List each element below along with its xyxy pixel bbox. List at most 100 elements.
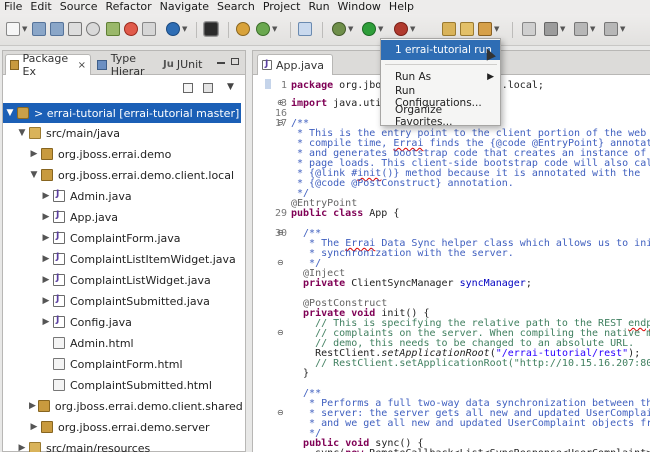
expand-icon[interactable]: ▶: [29, 149, 39, 159]
menu-window[interactable]: Window: [334, 0, 385, 14]
fold-expanded-icon[interactable]: ⊖: [277, 328, 284, 337]
expand-icon[interactable]: ▼: [29, 170, 39, 180]
tree-item-html-file[interactable]: ComplaintForm.html: [3, 354, 241, 374]
tree-item-java-file[interactable]: ▶ ComplaintListWidget.java: [3, 270, 241, 290]
browser-icon[interactable]: [142, 22, 156, 36]
fold-expanded-icon[interactable]: ⊖: [277, 258, 284, 267]
expand-icon[interactable]: ▶: [41, 212, 51, 222]
bug-icon[interactable]: [332, 22, 346, 36]
tree-item-html-file[interactable]: Admin.html: [3, 333, 241, 353]
expand-icon[interactable]: ▶: [41, 254, 51, 264]
tree-item-label: App.java: [70, 210, 119, 224]
forward-dropdown-icon[interactable]: ▼: [620, 25, 625, 33]
back-dropdown-icon[interactable]: ▼: [590, 25, 595, 33]
tree-item-label: ComplaintListWidget.java: [70, 273, 211, 287]
open-folder-icon[interactable]: [460, 22, 474, 36]
external-dropdown-icon[interactable]: ▼: [410, 25, 415, 33]
tree-item-package[interactable]: ▶ org.jboss.errai.demo.client.shared: [3, 396, 243, 416]
menu-item-label: Run As: [395, 71, 432, 83]
tree-item-label: ComplaintForm.html: [70, 357, 183, 371]
tree-item-package[interactable]: ▶ org.jboss.errai.demo.server: [3, 417, 241, 437]
html-file-icon: [53, 358, 65, 370]
menu-run[interactable]: Run: [304, 0, 333, 14]
collapse-all-icon[interactable]: [183, 83, 193, 93]
tree-item-label: org.jboss.errai.demo: [58, 147, 172, 161]
save-icon[interactable]: [32, 22, 46, 36]
target-icon[interactable]: [124, 22, 138, 36]
menu-item-run-as[interactable]: Run As ▶: [381, 67, 500, 87]
refresh-dropdown-icon[interactable]: ▼: [272, 25, 277, 33]
new-icon[interactable]: [6, 22, 20, 36]
tree-item-label: Admin.java: [70, 189, 132, 203]
expand-icon[interactable]: ▶: [17, 443, 27, 452]
tree-item-project[interactable]: ▼ > errai-tutorial [errai-tutorial maste…: [3, 103, 241, 123]
tools-dropdown-icon[interactable]: ▼: [494, 25, 499, 33]
back-icon[interactable]: [574, 22, 588, 36]
tree-item-package[interactable]: ▼ org.jboss.errai.demo.client.local: [3, 165, 241, 185]
debug-icon[interactable]: [86, 22, 100, 36]
tree-item-java-file[interactable]: ▶ Config.java: [3, 312, 241, 332]
toggle-icon[interactable]: [522, 22, 536, 36]
expand-icon[interactable]: ▶: [41, 296, 51, 306]
close-icon[interactable]: ×: [78, 60, 86, 71]
menu-navigate[interactable]: Navigate: [156, 0, 213, 14]
view-menu-icon[interactable]: ▼: [227, 82, 234, 92]
pin-dropdown-icon[interactable]: ▼: [560, 25, 565, 33]
refresh-icon[interactable]: [256, 22, 270, 36]
pin-icon[interactable]: [544, 22, 558, 36]
tree-item-java-file[interactable]: ▶ ComplaintSubmitted.java: [3, 291, 241, 311]
tree-item-src-main-java[interactable]: ▼ src/main/java: [3, 123, 241, 143]
print-icon[interactable]: [68, 22, 82, 36]
new-folder-icon[interactable]: [442, 22, 456, 36]
expand-icon[interactable]: ▶: [29, 422, 39, 432]
expand-icon[interactable]: ▶: [41, 191, 51, 201]
tree-item-java-file[interactable]: ▶ Admin.java: [3, 186, 241, 206]
run-icon[interactable]: [362, 22, 376, 36]
hide-icon[interactable]: [106, 22, 120, 36]
build-icon[interactable]: [236, 22, 250, 36]
run-external-icon[interactable]: [394, 22, 408, 36]
settings-dropdown-icon[interactable]: ▼: [182, 25, 187, 33]
expand-icon[interactable]: ▶: [41, 233, 51, 243]
tab-label: Package Ex: [22, 52, 69, 78]
menu-project[interactable]: Project: [259, 0, 305, 14]
maximize-icon[interactable]: [231, 58, 239, 65]
menu-search[interactable]: Search: [213, 0, 259, 14]
tree-item-package[interactable]: ▶ org.jboss.errai.demo: [3, 144, 241, 164]
package-explorer-toolbar: ▼: [3, 76, 245, 102]
forward-icon[interactable]: [604, 22, 618, 36]
search-icon[interactable]: [298, 22, 312, 36]
tree-item-label: Config.java: [70, 315, 132, 329]
expand-icon[interactable]: ▼: [17, 128, 27, 138]
expand-icon[interactable]: ▼: [5, 108, 15, 118]
tools-icon[interactable]: [478, 22, 492, 36]
tree-item-src-main-resources[interactable]: ▶ src/main/resources: [3, 438, 241, 452]
minimize-icon[interactable]: [217, 62, 225, 64]
code-area[interactable]: package org.jboss.errai.demo.client.loca…: [291, 76, 650, 452]
package-icon: [37, 400, 50, 412]
link-editor-icon[interactable]: [203, 83, 213, 93]
bug-dropdown-icon[interactable]: ▼: [348, 25, 353, 33]
expand-icon[interactable]: ▶: [41, 275, 51, 285]
settings-icon[interactable]: [166, 22, 180, 36]
menu-edit[interactable]: Edit: [26, 0, 55, 14]
tree-item-java-file[interactable]: ▶ ComplaintForm.java: [3, 228, 241, 248]
console-icon[interactable]: [203, 21, 219, 37]
new-dropdown-icon[interactable]: ▼: [22, 25, 27, 33]
save-all-icon[interactable]: [50, 22, 64, 36]
menu-help[interactable]: Help: [385, 0, 418, 14]
menu-source[interactable]: Source: [56, 0, 102, 14]
run-dropdown-icon[interactable]: ▼: [378, 25, 383, 33]
menu-refactor[interactable]: Refactor: [102, 0, 156, 14]
expand-icon[interactable]: ▶: [29, 401, 36, 411]
tab-package-explorer[interactable]: Package Ex ×: [5, 52, 91, 78]
menu-item-organize-favorites[interactable]: Organize Favorites...: [381, 104, 500, 128]
tree-item-java-file[interactable]: ▶ ComplaintListItemWidget.java: [3, 249, 241, 269]
tab-app-java[interactable]: App.java: [257, 54, 333, 75]
tab-junit[interactable]: Ju JUnit: [159, 54, 215, 75]
tree-item-java-file[interactable]: ▶ App.java: [3, 207, 241, 227]
menu-file[interactable]: File: [0, 0, 26, 14]
fold-expanded-icon[interactable]: ⊖: [277, 408, 284, 417]
expand-icon[interactable]: ▶: [41, 317, 51, 327]
tree-item-html-file[interactable]: ComplaintSubmitted.html: [3, 375, 241, 395]
